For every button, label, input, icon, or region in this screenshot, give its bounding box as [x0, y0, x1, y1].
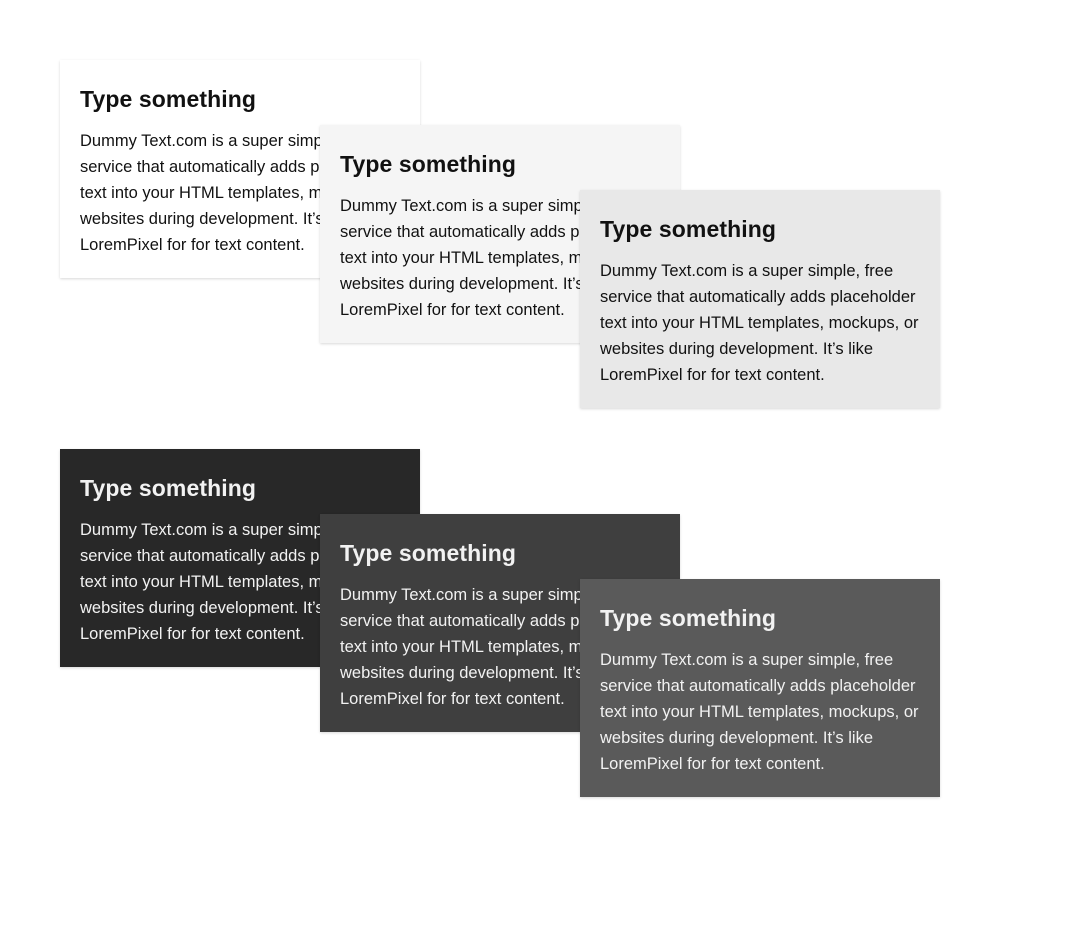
card-title: Type something	[80, 475, 257, 501]
dark-card-3: Type something Dummy Text.com is a super…	[580, 579, 940, 797]
card-title: Type something	[340, 151, 517, 177]
card-title: Type something	[80, 86, 257, 112]
card-body: Dummy Text.com is a super simple, free s…	[600, 651, 919, 773]
light-card-3: Type something Dummy Text.com is a super…	[580, 190, 940, 408]
card-title: Type something	[340, 540, 517, 566]
card-title: Type something	[600, 605, 777, 631]
card-body: Dummy Text.com is a super simple, free s…	[600, 262, 919, 384]
card-title: Type something	[600, 216, 777, 242]
